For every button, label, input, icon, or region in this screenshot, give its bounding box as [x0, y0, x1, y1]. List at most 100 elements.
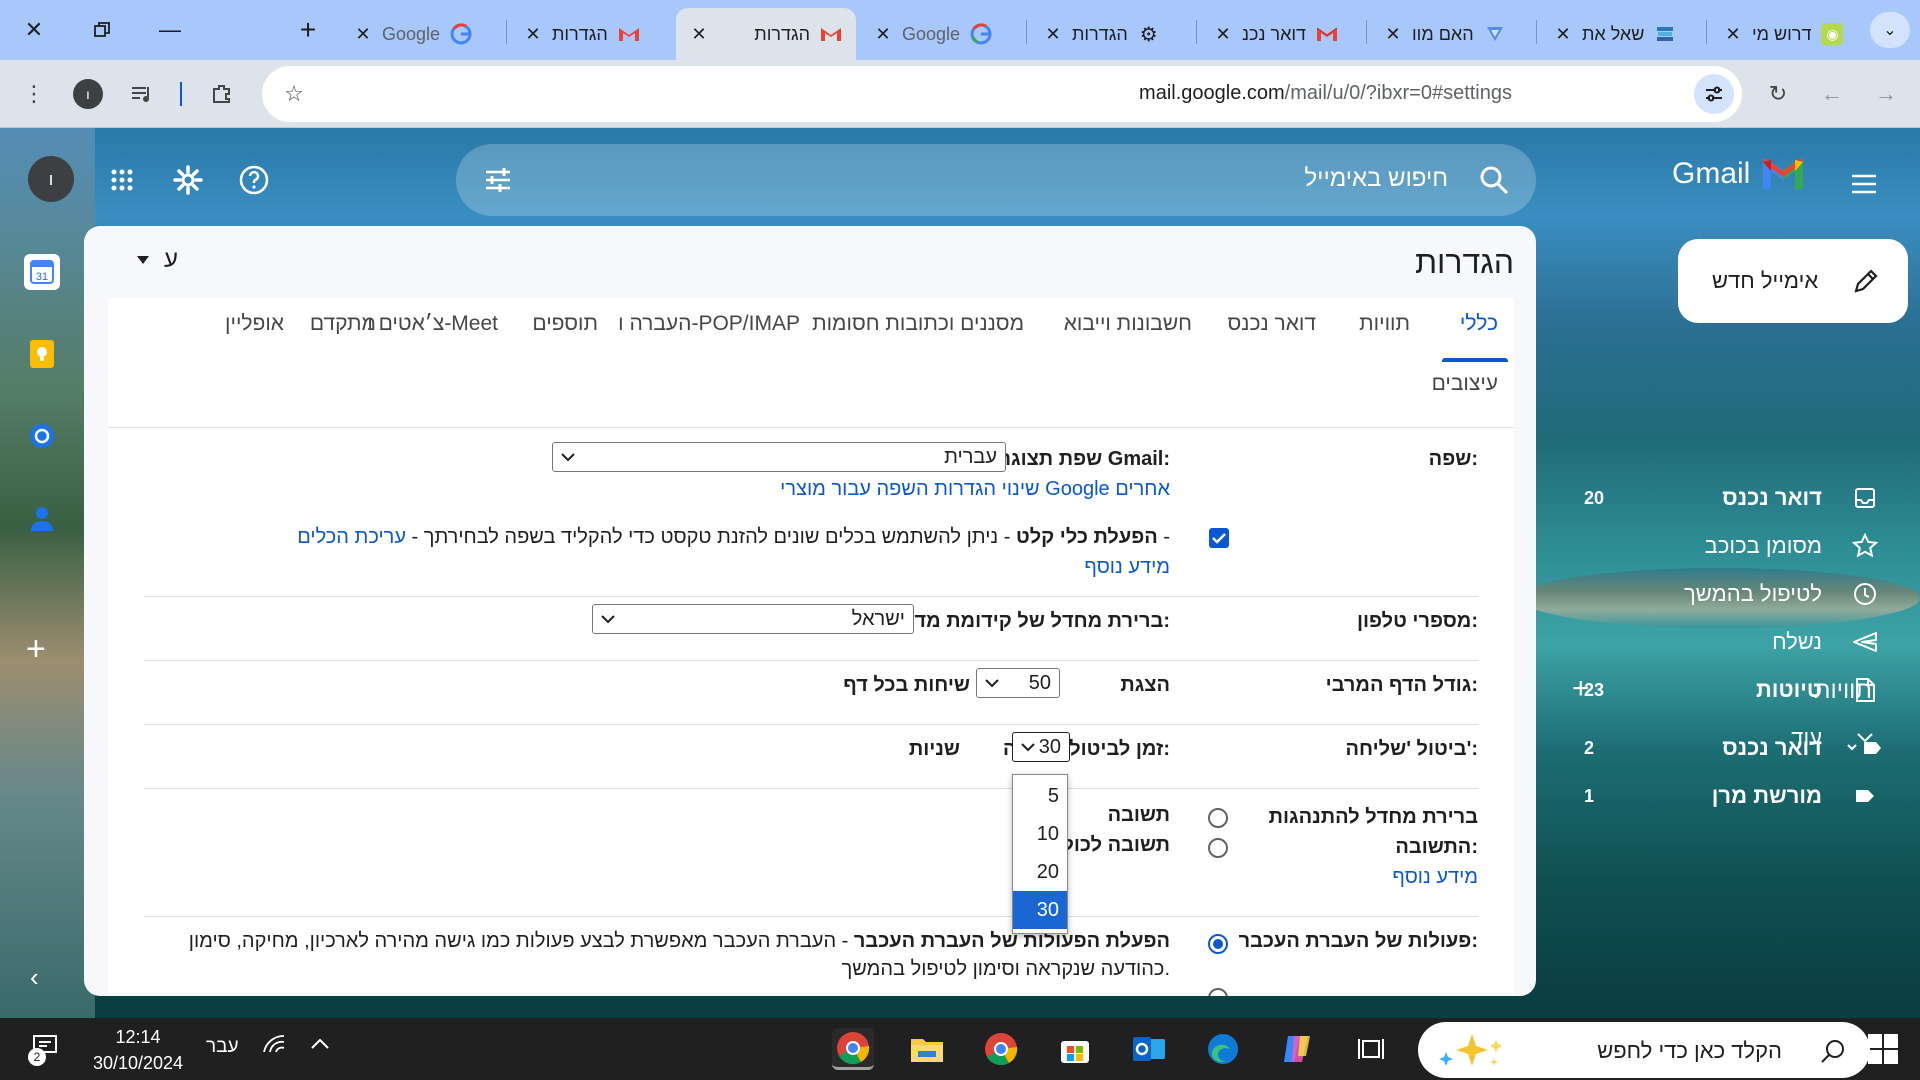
site-settings-icon[interactable]	[1694, 74, 1734, 114]
browser-tab[interactable]: ✕ הגדרות	[510, 8, 674, 60]
reply-radio[interactable]	[1208, 808, 1228, 828]
browser-tab[interactable]: ✕ האם מוו	[1370, 8, 1534, 60]
contacts-icon[interactable]	[24, 500, 60, 536]
display-language-select[interactable]: עברית	[552, 442, 1006, 472]
tab-addons[interactable]: תוספים	[532, 312, 598, 336]
tab-close-icon[interactable]: ✕	[1044, 24, 1062, 45]
search-icon[interactable]	[1476, 162, 1512, 198]
label-item-moreshet-maran[interactable]: 1 מורשת מרן	[1570, 774, 1890, 818]
main-menu-icon[interactable]	[1840, 160, 1888, 208]
tab-inbox[interactable]: דואר נכנס	[1228, 312, 1316, 336]
address-bar[interactable]: ☆ mail.google.com/mail/u/0/?ibxr=0#setti…	[262, 66, 1742, 122]
nav-item-starred[interactable]: מסומן בכוכב	[1570, 524, 1890, 568]
notifications-icon[interactable]: 2	[28, 1032, 60, 1070]
dropdown-option[interactable]: 10	[1013, 815, 1067, 853]
browser-tab[interactable]: ✕ Google	[860, 8, 1024, 60]
tab-offline[interactable]: אופליין	[225, 312, 284, 336]
search-options-icon[interactable]	[478, 160, 518, 200]
tab-close-icon[interactable]: ✕	[1724, 24, 1742, 45]
profile-avatar[interactable]: ı	[68, 74, 108, 114]
hover-actions-enable-radio[interactable]	[1208, 934, 1228, 954]
tab-accounts-import[interactable]: חשבונות וייבוא	[1064, 312, 1192, 336]
browser-tab-active[interactable]: ✕ הגדרות	[676, 8, 856, 60]
add-label-icon[interactable]: +	[1572, 672, 1590, 706]
page-size-select[interactable]: 50	[976, 668, 1060, 698]
nav-item-snoozed[interactable]: לטיפול בהמשך	[1570, 572, 1890, 616]
browser-tab[interactable]: ✕ שאל את	[1540, 8, 1704, 60]
dropdown-option[interactable]: 5	[1013, 777, 1067, 815]
clock[interactable]: 12:14 30/10/2024	[90, 1024, 186, 1076]
collapse-panel-icon[interactable]: ‹	[30, 962, 39, 993]
browser-tab[interactable]: ✕ הגדרות ⚙	[1030, 8, 1194, 60]
input-tools-checkbox[interactable]	[1209, 528, 1229, 548]
dropdown-option-selected[interactable]: 30	[1013, 891, 1067, 929]
file-explorer-icon[interactable]	[906, 1028, 948, 1070]
apps-grid-icon[interactable]	[98, 156, 146, 204]
window-restore-icon[interactable]	[80, 12, 124, 48]
outlook-icon[interactable]	[1128, 1028, 1170, 1070]
tab-close-icon[interactable]: ✕	[1384, 24, 1402, 45]
keep-icon[interactable]	[24, 336, 60, 372]
tab-labels[interactable]: תוויות	[1359, 312, 1410, 336]
change-language-link[interactable]: שינוי הגדרות השפה עבור מוצרי Google אחרי…	[780, 478, 1170, 501]
tray-overflow-chevron-icon[interactable]	[310, 1034, 330, 1057]
help-icon[interactable]	[230, 156, 278, 204]
tab-search-chevron-icon[interactable]: ⌄	[1870, 12, 1910, 48]
hover-actions-disable-radio[interactable]	[1208, 988, 1228, 996]
windows-start-icon[interactable]	[1866, 1032, 1900, 1066]
tasks-icon[interactable]	[24, 418, 60, 454]
compose-button[interactable]: אימייל חדש	[1678, 239, 1908, 323]
menu-kebab-icon[interactable]: ⋮	[14, 74, 54, 114]
back-arrow-icon[interactable]: ←	[1812, 74, 1852, 114]
taskbar-search[interactable]: הקלד כאן כדי לחפש	[1418, 1022, 1870, 1078]
tab-filters-blocked[interactable]: מסננים וכתובות חסומות	[812, 312, 1024, 336]
tab-chat-meet[interactable]: צ׳אטים ו-Meet	[367, 312, 498, 336]
account-avatar[interactable]: ı	[28, 156, 74, 202]
gmail-logo[interactable]: Gmail	[1672, 156, 1806, 192]
new-tab-icon[interactable]: +	[286, 12, 330, 48]
tab-forwarding-pop-imap[interactable]: העברה ו-POP/IMAP	[618, 312, 800, 336]
label-item-inbox[interactable]: 2 דואר נכנס	[1570, 726, 1890, 770]
add-apps-icon[interactable]: +	[26, 630, 46, 669]
tab-close-icon[interactable]: ✕	[874, 24, 892, 45]
tab-close-icon[interactable]: ✕	[1554, 24, 1572, 45]
nav-item-sent[interactable]: נשלח	[1570, 620, 1890, 664]
settings-gear-icon[interactable]	[164, 156, 212, 204]
undo-send-select[interactable]: 30	[1012, 732, 1070, 762]
browser-tab[interactable]: ✕ דרוש מי ◉	[1710, 8, 1860, 60]
window-close-icon[interactable]: ✕	[12, 12, 56, 48]
input-language-indicator[interactable]: עבר	[206, 1036, 239, 1058]
reading-list-icon[interactable]	[122, 74, 162, 114]
tab-close-icon[interactable]: ✕	[690, 24, 708, 45]
reload-icon[interactable]: ↻	[1758, 74, 1798, 114]
tab-themes[interactable]: עיצובים	[1432, 372, 1498, 396]
browser-tab[interactable]: ✕ דואר נכנ	[1200, 8, 1364, 60]
browser-tab[interactable]: ✕ Google	[340, 8, 504, 60]
nav-item-inbox[interactable]: 20 דואר נכנס	[1570, 476, 1890, 520]
tab-general[interactable]: כללי	[1460, 312, 1498, 336]
reply-all-radio[interactable]	[1208, 838, 1228, 858]
tab-close-icon[interactable]: ✕	[1214, 24, 1232, 45]
edit-tools-link[interactable]: עריכת הכלים	[297, 526, 406, 548]
search-bar[interactable]: חיפוש באימייל	[456, 144, 1536, 216]
edge-icon[interactable]	[1202, 1028, 1244, 1070]
tab-advanced[interactable]: מתקדם	[310, 312, 376, 336]
learn-more-link[interactable]: מידע נוסף	[1084, 556, 1170, 579]
wifi-icon[interactable]	[262, 1034, 286, 1060]
search-input[interactable]: חיפוש באימייל	[1305, 165, 1448, 193]
calendar-icon[interactable]: 31	[24, 254, 60, 290]
chrome-profile-icon[interactable]	[832, 1028, 874, 1070]
tab-close-icon[interactable]: ✕	[524, 24, 542, 45]
copilot-icon[interactable]	[1276, 1028, 1318, 1070]
bookmark-star-icon[interactable]: ☆	[274, 74, 314, 114]
country-code-select[interactable]: ישראל	[592, 604, 914, 634]
url-text[interactable]: mail.google.com/mail/u/0/?ibxr=0#setting…	[1139, 82, 1512, 105]
store-icon[interactable]	[1054, 1028, 1096, 1070]
dropdown-option[interactable]: 20	[1013, 853, 1067, 891]
forward-arrow-icon[interactable]: →	[1866, 74, 1906, 114]
tab-close-icon[interactable]: ✕	[354, 24, 372, 45]
chrome-icon[interactable]	[980, 1028, 1022, 1070]
taskbar-search-input[interactable]: הקלד כאן כדי לחפש	[1597, 1038, 1782, 1064]
task-view-icon[interactable]	[1350, 1028, 1392, 1070]
window-minimize-icon[interactable]: —	[148, 12, 192, 48]
